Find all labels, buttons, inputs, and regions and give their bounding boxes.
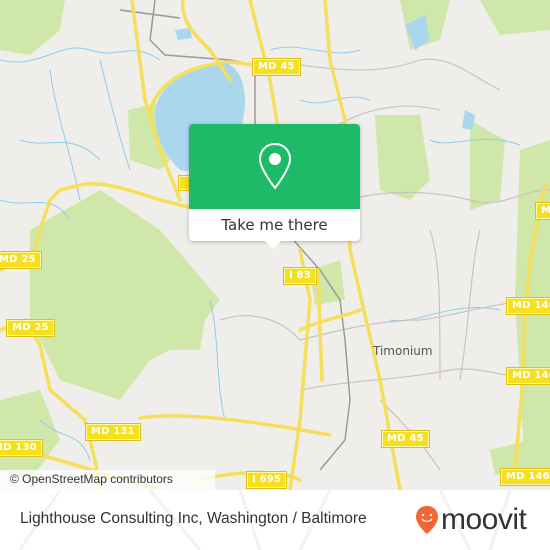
- route-shield-md45: MD 45: [252, 58, 301, 76]
- popup-pointer: [265, 241, 281, 249]
- place-label-timonium: Timonium: [373, 344, 433, 358]
- route-shield-i695: I 695: [245, 471, 288, 489]
- map-view[interactable]: MD 45 MD 25 MD 25 I 83 MD 146 MD 146 MD …: [0, 0, 550, 490]
- route-shield-md146: MD 146: [506, 367, 550, 385]
- popup-header: [189, 124, 360, 209]
- moovit-wordmark: moovit: [441, 503, 527, 536]
- route-shield-md130: MD 130: [0, 439, 43, 457]
- moovit-logo[interactable]: moovit: [415, 503, 527, 536]
- route-shield-i83: I 83: [283, 267, 317, 285]
- take-me-there-button[interactable]: Take me there: [189, 209, 360, 241]
- route-shield-md45: MD 45: [381, 430, 430, 448]
- route-shield-md146: MD 146: [506, 297, 550, 315]
- location-popup: Take me there: [189, 124, 360, 249]
- moovit-pin-icon: [416, 506, 438, 534]
- location-title: Lighthouse Consulting Inc, Washington / …: [20, 510, 367, 527]
- route-shield-md25: MD 25: [0, 251, 42, 269]
- location-pin-icon: [258, 142, 291, 190]
- route-shield-partial: M: [534, 202, 550, 220]
- route-shield-md131: MD 131: [85, 423, 141, 441]
- map-attribution[interactable]: © OpenStreetMap contributors: [0, 470, 215, 490]
- footer: Lighthouse Consulting Inc, Washington / …: [0, 490, 550, 550]
- route-shield-md25: MD 25: [6, 319, 55, 337]
- route-shield-md146: MD 146: [500, 468, 550, 486]
